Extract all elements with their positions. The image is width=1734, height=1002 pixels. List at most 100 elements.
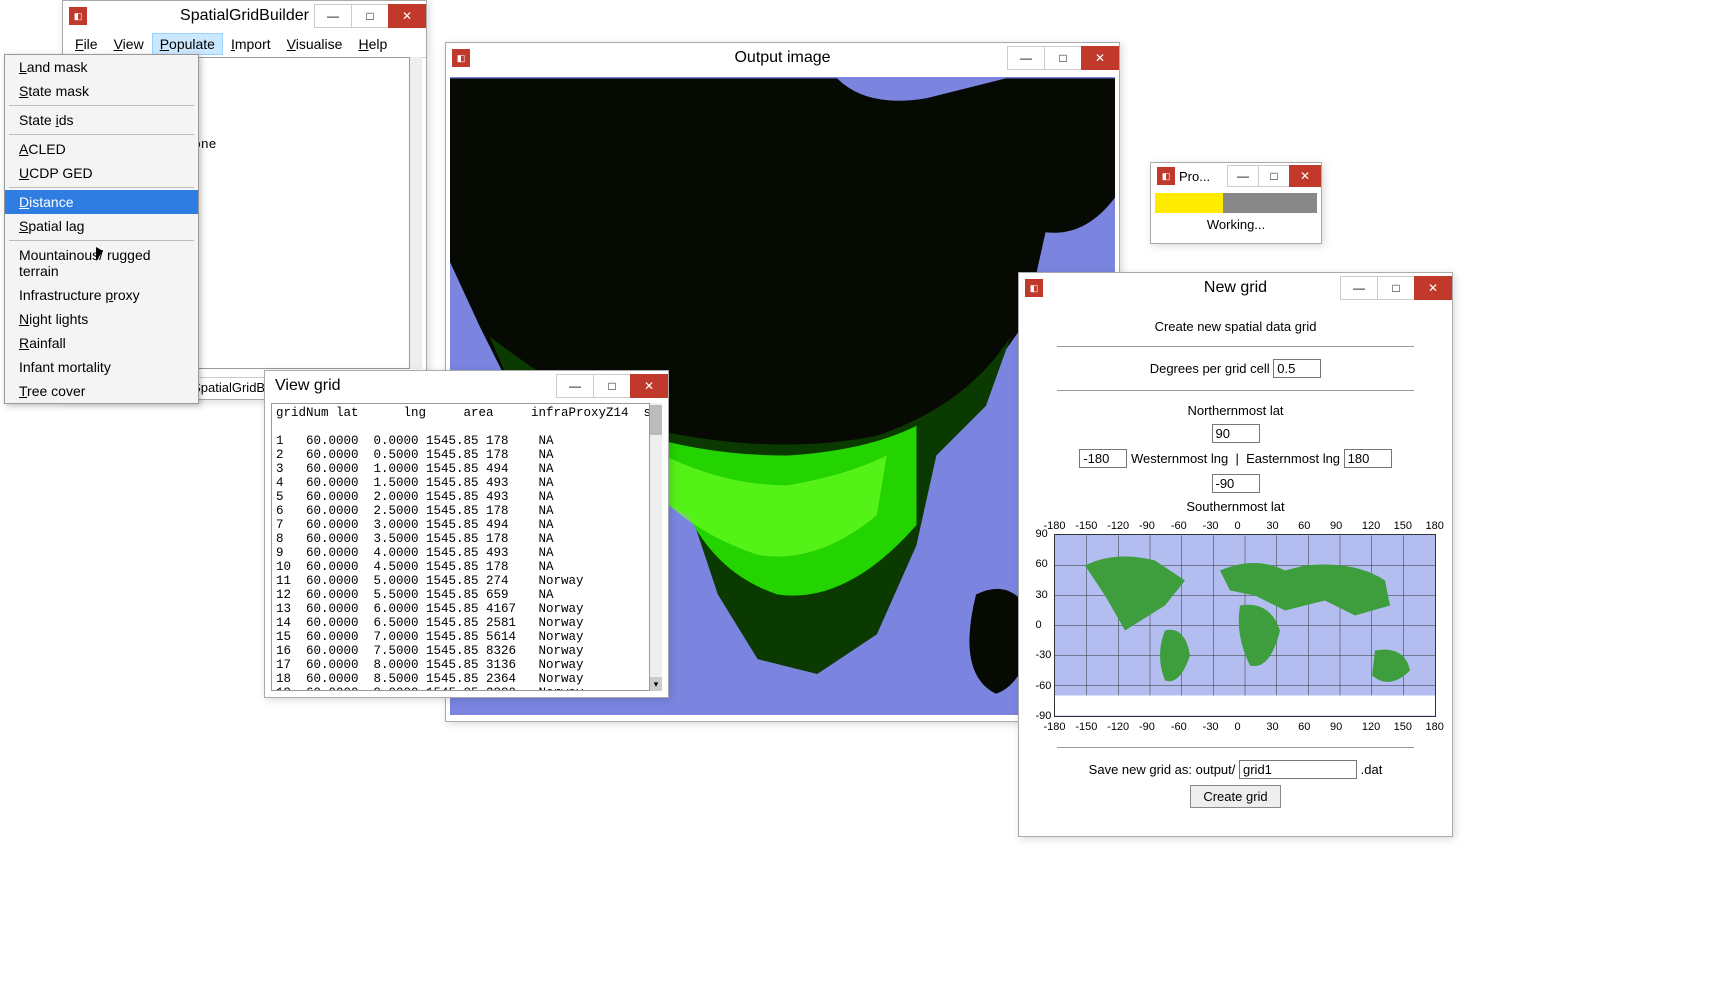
lat-tick: -90 (1036, 710, 1052, 722)
viewgrid-text[interactable]: gridNum lat lng area infraProxyZ14 state… (271, 403, 650, 691)
populate-state-ids[interactable]: State ids (5, 108, 198, 132)
menu-help[interactable]: Help (350, 33, 395, 55)
lon-tick: -180 (1044, 721, 1066, 733)
populate-tree-cover[interactable]: Tree cover (5, 379, 198, 403)
progress-fill (1155, 193, 1223, 213)
minimize-button[interactable]: — (314, 4, 352, 28)
viewgrid-titlebar[interactable]: View grid — □ ✕ (265, 371, 668, 401)
scrollbar-thumb[interactable] (650, 405, 662, 435)
viewgrid-scrollbar[interactable]: ▾ (650, 403, 662, 691)
west-label: Westernmost lng (1131, 451, 1228, 466)
north-label: Northernmost lat (1029, 403, 1442, 418)
app-icon: ◧ (69, 7, 87, 25)
lon-tick: -150 (1075, 520, 1097, 532)
view-grid-window: View grid — □ ✕ gridNum lat lng area inf… (264, 370, 669, 698)
lon-tick: -120 (1107, 520, 1129, 532)
south-input[interactable] (1212, 474, 1260, 493)
app-icon: ◧ (1025, 279, 1043, 297)
populate-night-lights[interactable]: Night lights (5, 307, 198, 331)
lon-tick: 180 (1426, 721, 1444, 733)
populate-infrastructure-proxy[interactable]: Infrastructure proxy (5, 283, 198, 307)
south-label: Southernmost lat (1029, 499, 1442, 514)
lon-tick: 30 (1266, 520, 1278, 532)
close-button[interactable]: ✕ (1289, 165, 1321, 187)
menu-separator (9, 134, 194, 135)
populate-acled[interactable]: ACLED (5, 137, 198, 161)
close-button[interactable]: ✕ (1081, 46, 1119, 70)
save-suffix: .dat (1361, 762, 1383, 777)
menu-separator (9, 240, 194, 241)
create-grid-button[interactable]: Create grid (1190, 785, 1280, 808)
progress-window: ◧ Pro... — □ ✕ Working... (1150, 162, 1322, 244)
minimize-button[interactable]: — (1227, 165, 1259, 187)
west-input[interactable] (1079, 449, 1127, 468)
lon-tick: -30 (1203, 520, 1219, 532)
minimize-button[interactable]: — (556, 374, 594, 398)
console-scrollbar[interactable] (410, 57, 422, 369)
lon-tick: -90 (1139, 721, 1155, 733)
scroll-down-icon[interactable]: ▾ (650, 677, 662, 691)
lon-tick: -90 (1139, 520, 1155, 532)
menu-visualise[interactable]: Visualise (279, 33, 351, 55)
minimize-button[interactable]: — (1340, 276, 1378, 300)
populate-dropdown: Land maskState mask State ids ACLEDUCDP GE… (4, 54, 199, 404)
maximize-button[interactable]: □ (1258, 165, 1290, 187)
close-button[interactable]: ✕ (630, 374, 668, 398)
maximize-button[interactable]: □ (593, 374, 631, 398)
app-icon: ◧ (1157, 167, 1175, 185)
deg-input[interactable] (1273, 359, 1321, 378)
close-button[interactable]: ✕ (388, 4, 426, 28)
newgrid-titlebar[interactable]: ◧ New grid — □ ✕ (1019, 273, 1452, 303)
menu-view[interactable]: View (106, 33, 152, 55)
populate-ucdp-ged[interactable]: UCDP GED (5, 161, 198, 185)
lon-tick: -60 (1171, 721, 1187, 733)
lon-tick: -150 (1075, 721, 1097, 733)
east-input[interactable] (1344, 449, 1392, 468)
newgrid-heading: Create new spatial data grid (1029, 319, 1442, 334)
lon-tick: 0 (1235, 721, 1241, 733)
divider (1057, 390, 1414, 391)
populate-state-mask[interactable]: State mask (5, 79, 198, 103)
east-label: Easternmost lng (1246, 451, 1340, 466)
menu-separator (9, 187, 194, 188)
menu-separator (9, 105, 194, 106)
lon-tick: 120 (1362, 520, 1380, 532)
main-titlebar[interactable]: ◧ SpatialGridBuilder — □ ✕ (63, 1, 426, 31)
populate-distance[interactable]: Distance (5, 190, 198, 214)
lon-tick: 180 (1426, 520, 1444, 532)
lon-tick: -60 (1171, 520, 1187, 532)
lon-tick: 90 (1330, 721, 1342, 733)
maximize-button[interactable]: □ (1044, 46, 1082, 70)
populate-rainfall[interactable]: Rainfall (5, 331, 198, 355)
save-prefix: Save new grid as: output/ (1089, 762, 1236, 777)
populate-land-mask[interactable]: Land mask (5, 55, 198, 79)
lon-tick: 150 (1394, 721, 1412, 733)
app-icon: ◧ (452, 49, 470, 67)
lon-tick: -30 (1203, 721, 1219, 733)
close-button[interactable]: ✕ (1414, 276, 1452, 300)
deg-label: Degrees per grid cell (1150, 361, 1270, 376)
lon-tick: 0 (1235, 520, 1241, 532)
lon-tick: 150 (1394, 520, 1412, 532)
lat-tick: 60 (1036, 558, 1048, 570)
north-input[interactable] (1212, 424, 1260, 443)
maximize-button[interactable]: □ (1377, 276, 1415, 300)
save-filename-input[interactable] (1239, 760, 1357, 779)
menu-file[interactable]: File (67, 33, 106, 55)
divider (1057, 747, 1414, 748)
lat-tick: 0 (1036, 619, 1042, 631)
output-titlebar[interactable]: ◧ Output image — □ ✕ (446, 43, 1119, 73)
maximize-button[interactable]: □ (351, 4, 389, 28)
lat-tick: 90 (1036, 528, 1048, 540)
menu-populate[interactable]: Populate (152, 33, 223, 55)
progress-titlebar[interactable]: ◧ Pro... — □ ✕ (1151, 163, 1321, 189)
world-map-icon (1054, 534, 1436, 717)
progress-bar (1155, 193, 1317, 213)
minimize-button[interactable]: — (1007, 46, 1045, 70)
populate-spatial-lag[interactable]: Spatial lag (5, 214, 198, 238)
new-grid-window: ◧ New grid — □ ✕ Create new spatial data… (1018, 272, 1453, 837)
lng-separator: | (1235, 451, 1238, 466)
lon-tick: 90 (1330, 520, 1342, 532)
menu-import[interactable]: Import (223, 33, 279, 55)
populate-infant-mortality[interactable]: Infant mortality (5, 355, 198, 379)
